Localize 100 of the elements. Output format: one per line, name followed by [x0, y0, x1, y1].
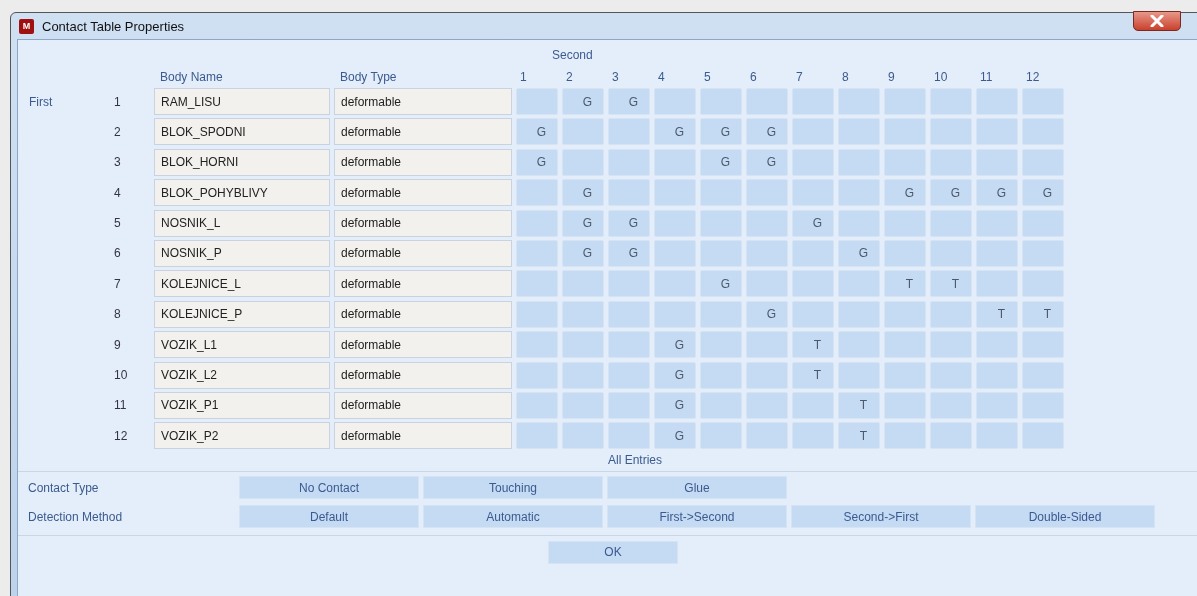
contact-cell[interactable] [930, 300, 972, 328]
contact-cell[interactable] [838, 88, 880, 115]
contact-cell[interactable] [838, 148, 880, 176]
contact-cell[interactable] [516, 300, 558, 328]
contact-cell[interactable] [976, 148, 1018, 176]
contact-cell[interactable]: G [516, 148, 558, 176]
option-button[interactable]: Second->First [791, 505, 971, 529]
contact-cell[interactable] [930, 331, 972, 359]
contact-cell[interactable] [746, 270, 788, 298]
contact-cell[interactable] [1022, 88, 1064, 115]
contact-cell[interactable] [654, 209, 696, 237]
option-button[interactable]: First->Second [607, 505, 787, 529]
contact-cell[interactable]: G [976, 179, 1018, 207]
contact-cell[interactable] [930, 209, 972, 237]
contact-cell[interactable] [516, 209, 558, 237]
body-type-field[interactable]: deformable [334, 118, 512, 146]
contact-cell[interactable]: T [838, 391, 880, 419]
contact-cell[interactable] [654, 270, 696, 298]
contact-cell[interactable] [1022, 422, 1064, 450]
contact-cell[interactable] [654, 88, 696, 115]
body-type-field[interactable]: deformable [334, 88, 512, 115]
contact-cell[interactable]: G [562, 179, 604, 207]
contact-cell[interactable] [884, 391, 926, 419]
contact-cell[interactable] [746, 361, 788, 389]
body-name-field[interactable]: NOSNIK_L [154, 209, 330, 237]
contact-cell[interactable] [516, 270, 558, 298]
contact-cell[interactable] [516, 422, 558, 450]
contact-cell[interactable] [792, 391, 834, 419]
contact-cell[interactable] [1022, 118, 1064, 146]
contact-cell[interactable] [1022, 148, 1064, 176]
body-type-field[interactable]: deformable [334, 391, 512, 419]
contact-cell[interactable] [562, 361, 604, 389]
contact-cell[interactable] [884, 331, 926, 359]
contact-cell[interactable] [976, 270, 1018, 298]
contact-cell[interactable] [884, 209, 926, 237]
contact-cell[interactable] [884, 88, 926, 115]
body-type-field[interactable]: deformable [334, 331, 512, 359]
contact-cell[interactable] [654, 148, 696, 176]
contact-cell[interactable]: G [654, 331, 696, 359]
contact-cell[interactable]: T [792, 361, 834, 389]
contact-cell[interactable] [700, 422, 742, 450]
contact-cell[interactable] [516, 239, 558, 267]
contact-cell[interactable]: G [746, 300, 788, 328]
contact-cell[interactable]: G [884, 179, 926, 207]
contact-cell[interactable] [654, 179, 696, 207]
contact-cell[interactable] [608, 148, 650, 176]
contact-cell[interactable] [516, 179, 558, 207]
body-name-field[interactable]: NOSNIK_P [154, 239, 330, 267]
contact-cell[interactable]: G [746, 118, 788, 146]
contact-cell[interactable] [608, 391, 650, 419]
contact-cell[interactable] [792, 148, 834, 176]
contact-cell[interactable] [884, 300, 926, 328]
body-type-field[interactable]: deformable [334, 361, 512, 389]
contact-cell[interactable] [516, 331, 558, 359]
contact-cell[interactable] [838, 331, 880, 359]
contact-cell[interactable]: G [700, 270, 742, 298]
contact-cell[interactable] [976, 361, 1018, 389]
contact-cell[interactable]: G [792, 209, 834, 237]
ok-button[interactable]: OK [548, 540, 678, 564]
contact-cell[interactable] [930, 88, 972, 115]
body-name-field[interactable]: VOZIK_L2 [154, 361, 330, 389]
contact-cell[interactable] [562, 331, 604, 359]
contact-cell[interactable] [792, 300, 834, 328]
contact-cell[interactable] [930, 361, 972, 389]
contact-cell[interactable]: G [562, 209, 604, 237]
contact-cell[interactable] [976, 209, 1018, 237]
body-type-field[interactable]: deformable [334, 270, 512, 298]
contact-cell[interactable] [608, 422, 650, 450]
contact-cell[interactable]: T [792, 331, 834, 359]
contact-cell[interactable] [792, 118, 834, 146]
body-type-field[interactable]: deformable [334, 239, 512, 267]
contact-cell[interactable] [930, 391, 972, 419]
body-name-field[interactable]: RAM_LISU [154, 88, 330, 115]
contact-cell[interactable] [562, 391, 604, 419]
contact-cell[interactable] [838, 209, 880, 237]
contact-cell[interactable] [1022, 209, 1064, 237]
contact-cell[interactable] [976, 391, 1018, 419]
body-name-field[interactable]: BLOK_POHYBLIVY [154, 179, 330, 207]
contact-cell[interactable]: T [976, 300, 1018, 328]
contact-cell[interactable] [700, 391, 742, 419]
body-type-field[interactable]: deformable [334, 422, 512, 450]
contact-cell[interactable] [562, 148, 604, 176]
body-type-field[interactable]: deformable [334, 300, 512, 328]
contact-cell[interactable]: G [562, 239, 604, 267]
contact-cell[interactable] [562, 422, 604, 450]
contact-cell[interactable]: G [930, 179, 972, 207]
contact-cell[interactable] [838, 270, 880, 298]
contact-cell[interactable] [930, 422, 972, 450]
contact-cell[interactable] [608, 361, 650, 389]
contact-cell[interactable] [1022, 270, 1064, 298]
contact-cell[interactable] [976, 331, 1018, 359]
body-name-field[interactable]: VOZIK_L1 [154, 331, 330, 359]
contact-cell[interactable] [700, 179, 742, 207]
contact-cell[interactable] [884, 361, 926, 389]
body-type-field[interactable]: deformable [334, 179, 512, 207]
contact-cell[interactable]: G [1022, 179, 1064, 207]
contact-cell[interactable]: G [654, 118, 696, 146]
contact-cell[interactable] [1022, 361, 1064, 389]
contact-cell[interactable] [792, 422, 834, 450]
contact-cell[interactable] [516, 361, 558, 389]
